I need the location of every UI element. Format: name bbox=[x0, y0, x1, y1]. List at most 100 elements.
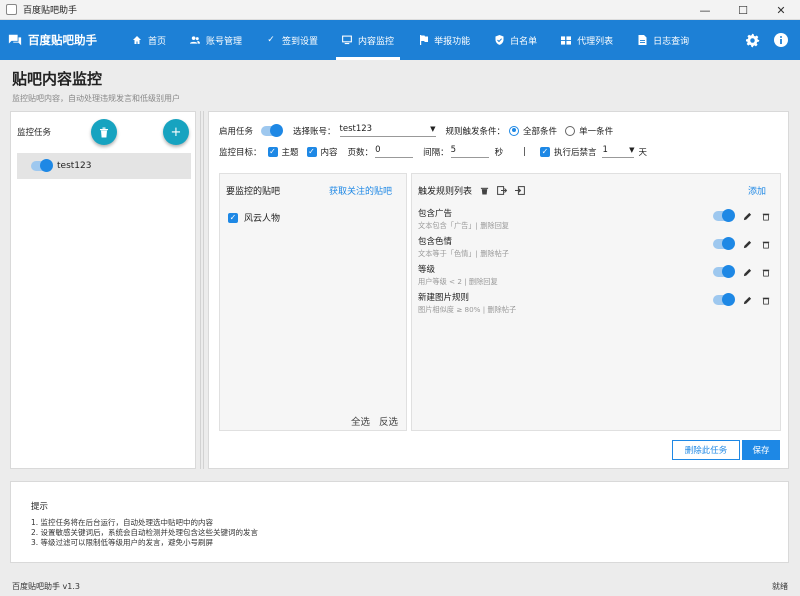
panel-splitter[interactable] bbox=[200, 111, 204, 469]
checkbox-checked-icon: ✓ bbox=[228, 212, 238, 223]
trigger-all-radio[interactable]: 全部条件 bbox=[509, 125, 557, 137]
rule-desc: 文本等于「色情」| 删除帖子 bbox=[418, 249, 509, 258]
page-subtitle: 监控贴吧内容，自动处理违规发言和低级别用户 bbox=[12, 94, 180, 103]
nav-whitelist-label: 白名单 bbox=[510, 36, 538, 47]
rule-toggle[interactable] bbox=[713, 293, 735, 306]
trash-icon[interactable] bbox=[762, 296, 770, 305]
nav-right-tools bbox=[745, 20, 788, 60]
pages-input[interactable]: 0 bbox=[375, 145, 414, 158]
nav-signin[interactable]: ✓ 签到设置 bbox=[254, 20, 330, 60]
rule-name: 等级 bbox=[418, 265, 436, 275]
target-topic-checkbox[interactable]: ✓ 主题 bbox=[267, 146, 299, 158]
ban-days-value: 1 bbox=[602, 145, 608, 155]
minimize-button[interactable]: — bbox=[686, 0, 724, 20]
nav-logs-label: 日志查询 bbox=[653, 36, 690, 47]
status-bar: 百度贴吧助手 v1.3 就绪 bbox=[0, 576, 800, 596]
rule-desc: 用户等级 < 2 | 删除回复 bbox=[418, 277, 498, 286]
trash-icon[interactable] bbox=[762, 268, 770, 277]
nav-logs[interactable]: 日志查询 bbox=[625, 20, 701, 60]
tips-panel: 提示 1. 监控任务将在后台运行，自动处理选中贴吧中的内容 2. 设置敏感关键词… bbox=[10, 481, 789, 563]
trash-icon[interactable] bbox=[762, 240, 770, 249]
invert-selection-button[interactable]: 反选 bbox=[379, 414, 398, 428]
rule-item: 等级 用户等级 < 2 | 删除回复 bbox=[418, 263, 498, 287]
pages-label: 页数： bbox=[347, 147, 374, 158]
add-rule-button[interactable]: 添加 bbox=[748, 184, 766, 197]
nav-proxy[interactable]: 代理列表 bbox=[549, 20, 625, 60]
nav-proxy-label: 代理列表 bbox=[577, 36, 614, 47]
title-bar: 百度贴吧助手 — ☐ ✕ bbox=[0, 0, 800, 20]
account-select[interactable]: test123 ▼ bbox=[339, 124, 436, 137]
rule-controls bbox=[713, 265, 770, 278]
home-icon bbox=[132, 35, 142, 45]
edit-icon[interactable] bbox=[743, 240, 752, 249]
users-icon bbox=[190, 35, 201, 45]
nav-monitor[interactable]: 内容监控 bbox=[330, 20, 406, 60]
interval-input[interactable]: 5 bbox=[450, 145, 489, 158]
rule-controls bbox=[713, 209, 770, 222]
version-label: 百度贴吧助手 v1.3 bbox=[12, 581, 80, 591]
radio-unchecked-icon bbox=[565, 125, 576, 136]
file-icon bbox=[637, 35, 647, 45]
maximize-button[interactable]: ☐ bbox=[724, 0, 762, 20]
task-list-label: 监控任务 bbox=[17, 128, 52, 138]
chat-icon bbox=[8, 34, 22, 46]
rule-name: 包含色情 bbox=[418, 237, 453, 247]
nav-report[interactable]: 举报功能 bbox=[406, 20, 482, 60]
add-task-fab[interactable]: + bbox=[163, 119, 189, 145]
forum-item[interactable]: ✓ 风云人物 bbox=[228, 211, 280, 224]
radio-checked-icon bbox=[509, 125, 520, 136]
flag-icon bbox=[418, 35, 428, 45]
ban-checkbox[interactable]: ✓ 执行后禁言 bbox=[539, 146, 597, 158]
gear-icon[interactable] bbox=[745, 32, 760, 48]
config-row-2: 监控目标： ✓ 主题 ✓ 内容 页数： 0 间隔： 5 秒 | ✓ 执行后禁言 … bbox=[219, 145, 647, 158]
export-icon[interactable] bbox=[497, 186, 508, 195]
info-icon[interactable] bbox=[774, 33, 788, 47]
window-title: 百度贴吧助手 bbox=[23, 6, 78, 16]
forum-list-title: 要监控的贴吧 bbox=[226, 187, 281, 197]
rule-toggle[interactable] bbox=[713, 237, 735, 250]
import-icon[interactable] bbox=[515, 186, 525, 195]
target-content-checkbox[interactable]: ✓ 内容 bbox=[306, 146, 338, 158]
save-button[interactable]: 保存 bbox=[742, 440, 780, 460]
task-toggle[interactable] bbox=[31, 159, 53, 172]
delete-task-fab[interactable] bbox=[91, 119, 117, 145]
rule-desc: 文本包含「广告」| 删除回复 bbox=[418, 221, 509, 230]
check-icon: ✓ bbox=[267, 35, 275, 45]
nav-whitelist[interactable]: 白名单 bbox=[482, 20, 549, 60]
select-all-button[interactable]: 全选 bbox=[351, 414, 370, 428]
trash-icon[interactable] bbox=[762, 212, 770, 221]
edit-icon[interactable] bbox=[743, 296, 752, 305]
list-icon bbox=[561, 35, 572, 45]
edit-icon[interactable] bbox=[743, 212, 752, 221]
nav-signin-label: 签到设置 bbox=[282, 36, 319, 47]
ban-label: 执行后禁言 bbox=[553, 147, 597, 158]
task-item[interactable]: test123 bbox=[17, 153, 191, 179]
enable-toggle[interactable] bbox=[261, 123, 284, 137]
close-button[interactable]: ✕ bbox=[762, 0, 800, 20]
brand: 百度贴吧助手 bbox=[8, 32, 120, 48]
interval-label: 间隔： bbox=[423, 147, 449, 158]
status-text: 就绪 bbox=[772, 581, 788, 591]
rule-name: 新建图片规则 bbox=[418, 293, 470, 303]
ban-unit: 天 bbox=[638, 147, 647, 158]
clear-rules-icon[interactable] bbox=[480, 186, 489, 195]
delete-task-button[interactable]: 删除此任务 bbox=[672, 440, 740, 460]
rule-toggle[interactable] bbox=[713, 265, 735, 278]
ban-days-select[interactable]: 1 ▼ bbox=[602, 145, 635, 158]
task-list-panel: 监控任务 + test123 bbox=[10, 111, 196, 469]
nav-accounts-label: 账号管理 bbox=[206, 36, 243, 47]
shield-icon bbox=[494, 35, 504, 45]
rule-list-title: 触发规则列表 bbox=[418, 187, 473, 197]
nav-home[interactable]: 首页 bbox=[120, 20, 178, 60]
nav-accounts[interactable]: 账号管理 bbox=[178, 20, 254, 60]
config-row-1: 启用任务 选择账号： test123 ▼ 规则触发条件： 全部条件 单一条件 bbox=[219, 123, 613, 137]
nav-report-label: 举报功能 bbox=[434, 36, 471, 47]
trigger-single-radio[interactable]: 单一条件 bbox=[565, 125, 613, 137]
trigger-all-label: 全部条件 bbox=[523, 126, 558, 137]
edit-icon[interactable] bbox=[743, 268, 752, 277]
rule-desc: 图片相似度 ≥ 80% | 删除帖子 bbox=[418, 305, 517, 314]
fetch-forums-link[interactable]: 获取关注的贴吧 bbox=[329, 184, 392, 197]
rule-toggle[interactable] bbox=[713, 209, 735, 222]
tips-heading: 提示 bbox=[31, 502, 49, 512]
rule-item: 包含广告 文本包含「广告」| 删除回复 bbox=[418, 207, 509, 231]
